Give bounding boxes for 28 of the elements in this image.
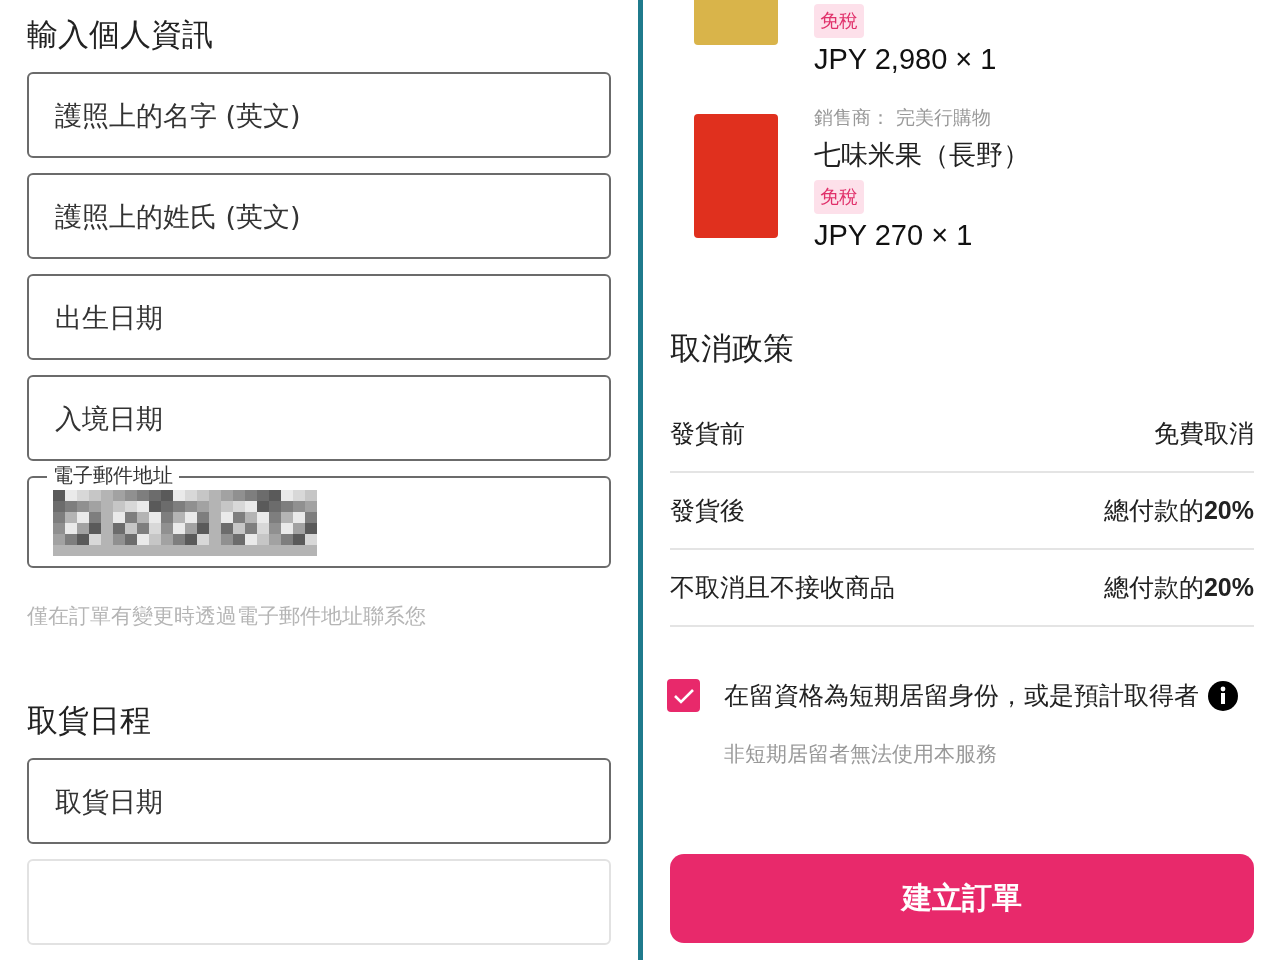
price-text: JPY 270 × 1	[814, 218, 973, 253]
input-field[interactable]: 取貨日期	[27, 758, 611, 844]
input-field[interactable]: 出生日期	[27, 274, 611, 360]
policy-value: 免費取消	[1154, 418, 1254, 450]
section-heading: 取消政策	[670, 329, 795, 368]
create-order-button[interactable]: 建立訂單	[670, 854, 1254, 943]
seller-text: 銷售商： 完美行購物	[814, 105, 992, 130]
policy-value: 總付款的20%	[1103, 495, 1254, 527]
policy-label: 發貨前	[670, 418, 745, 450]
note-text: 非短期居留者無法使用本服務	[724, 741, 998, 768]
checkbox[interactable]	[667, 679, 700, 712]
section-heading: 輸入個人資訊	[27, 15, 214, 54]
input-field[interactable]: 護照上的名字 (英文)	[27, 72, 611, 158]
tax-free-badge: 免稅	[814, 4, 864, 38]
checkbox-label: 在留資格為短期居留身份，或是預計取得者	[724, 680, 1199, 712]
tax-free-badge: 免稅	[814, 180, 864, 214]
policy-label: 不取消且不接收商品	[670, 572, 895, 604]
field-label: 電子郵件地址	[47, 463, 179, 487]
product-name: 七味米果（長野）	[814, 138, 1030, 172]
policy-label: 發貨後	[670, 495, 745, 527]
info-icon[interactable]	[1207, 679, 1239, 712]
price-text: JPY 2,980 × 1	[814, 42, 997, 77]
checkmark-icon	[672, 687, 695, 704]
policy-value: 總付款的20%	[1103, 572, 1254, 604]
helper-text: 僅在訂單有變更時透過電子郵件地址聯系您	[27, 603, 427, 630]
input-field[interactable]: 入境日期	[27, 375, 611, 461]
section-heading: 取貨日程	[27, 701, 152, 740]
input-field[interactable]: 護照上的姓氏 (英文)	[27, 173, 611, 259]
